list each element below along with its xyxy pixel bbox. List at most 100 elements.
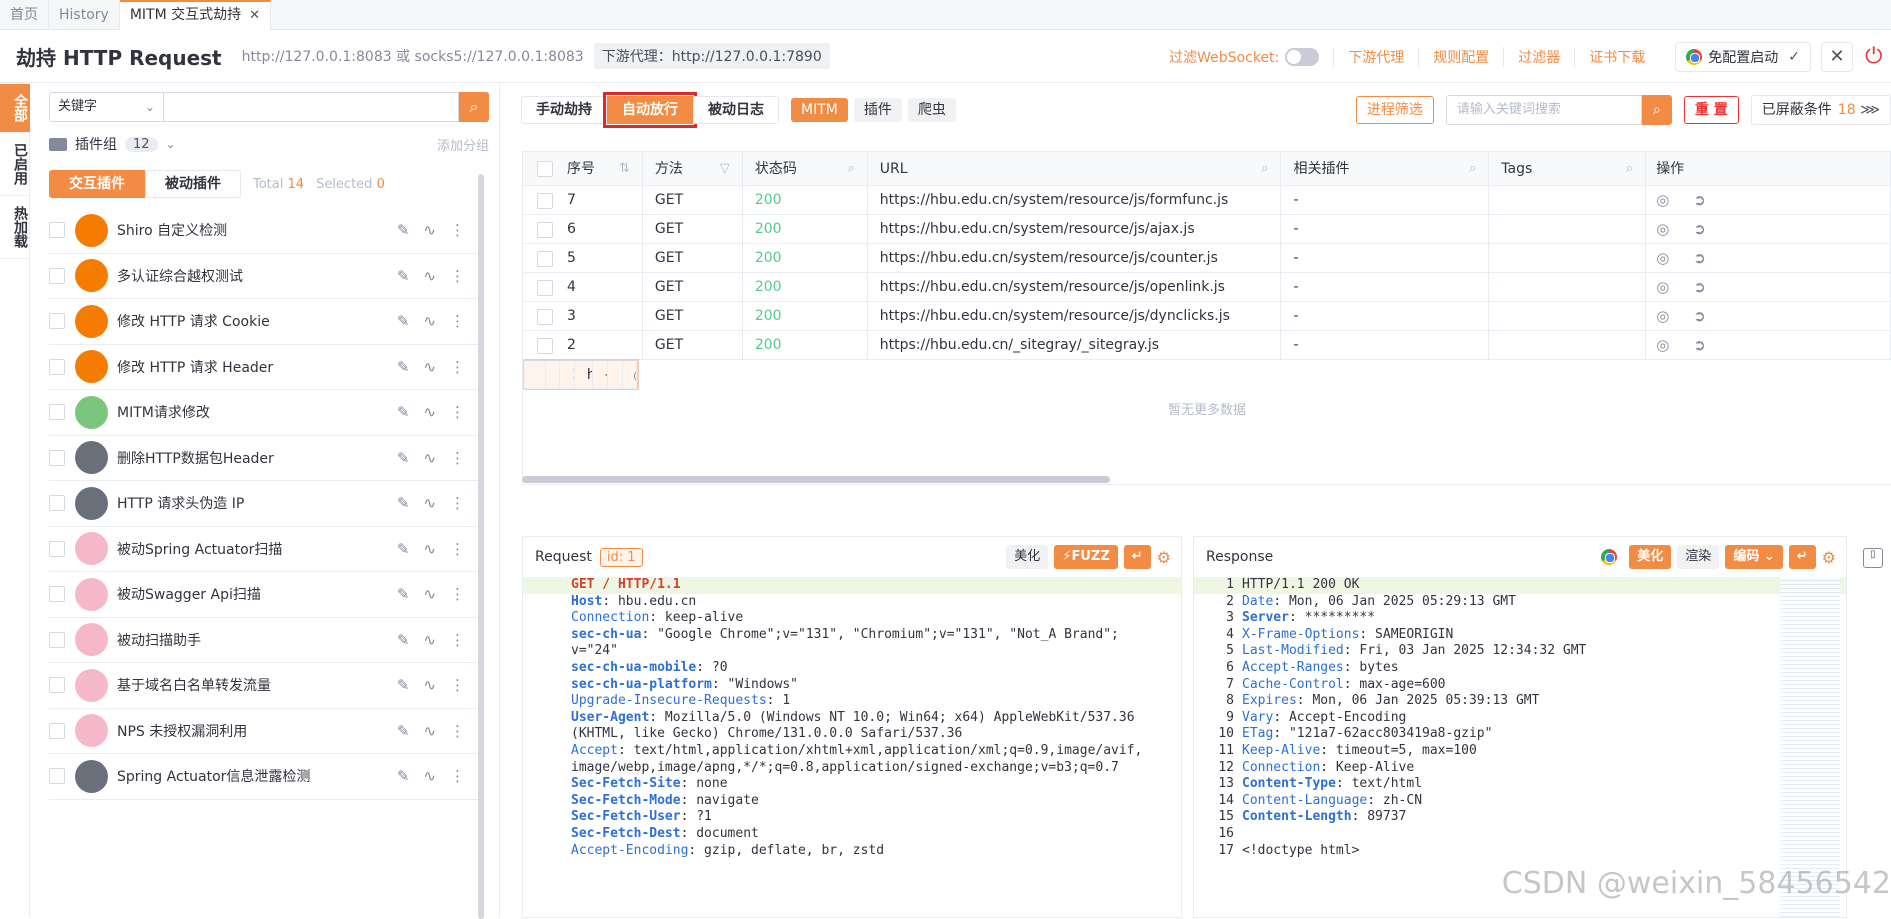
enter-icon[interactable]: ↵ [1789, 545, 1816, 569]
arrow-right-icon[interactable]: ➲ [1693, 331, 1706, 360]
plugin-checkbox[interactable] [49, 632, 65, 648]
gear-icon[interactable]: ⚙ [1157, 548, 1171, 567]
more-icon[interactable]: ⋮ [450, 540, 465, 558]
pulse-icon[interactable]: ∿ [423, 494, 436, 512]
col-status[interactable]: 状态码⌕ [743, 152, 868, 186]
plugin-item[interactable]: MITM请求修改✎∿⋮ [49, 390, 485, 436]
edit-icon[interactable]: ✎ [397, 449, 410, 467]
render-button[interactable]: 渲染 [1677, 545, 1719, 569]
close-mitm-button[interactable]: ✕ [1821, 42, 1853, 72]
fuzz-button[interactable]: ⚡FUZZ [1054, 545, 1117, 569]
pulse-icon[interactable]: ∿ [423, 312, 436, 330]
plugin-item[interactable]: 修改 HTTP 请求 Cookie✎∿⋮ [49, 299, 485, 345]
beautify-button[interactable]: 美化 [1006, 545, 1048, 569]
shielded-conditions-button[interactable]: 已屏蔽条件18 ⋙ [1751, 95, 1891, 125]
edit-icon[interactable]: ✎ [397, 494, 410, 512]
manual-hijack-button[interactable]: 手动劫持 [521, 96, 607, 124]
add-group-link[interactable]: 添加分组 [437, 135, 489, 154]
chrome-outline-icon[interactable]: ◎ [1656, 273, 1669, 302]
pulse-icon[interactable]: ∿ [423, 221, 436, 239]
chrome-icon[interactable] [1601, 549, 1617, 565]
plugin-item[interactable]: HTTP 请求头伪造 IP✎∿⋮ [49, 481, 485, 527]
table-row[interactable]: 6GET200https://hbu.edu.cn/system/resourc… [523, 215, 1891, 244]
pulse-icon[interactable]: ∿ [423, 676, 436, 694]
tab-home[interactable]: 首页 [0, 0, 49, 30]
filter-link[interactable]: 过滤器 [1503, 47, 1560, 67]
plugin-group-label[interactable]: 插件组 [75, 134, 117, 154]
pulse-icon[interactable]: ∿ [423, 358, 436, 376]
arrow-right-icon[interactable]: ➲ [1693, 186, 1706, 215]
table-row[interactable]: 7GET200https://hbu.edu.cn/system/resourc… [523, 186, 1891, 215]
tag-crawler[interactable]: 爬虫 [908, 98, 956, 122]
websocket-toggle[interactable] [1285, 48, 1319, 66]
more-icon[interactable]: ⋮ [450, 312, 465, 330]
plugin-checkbox[interactable] [49, 677, 65, 693]
col-tags[interactable]: Tags⌕ [1489, 152, 1646, 186]
edit-icon[interactable]: ✎ [397, 676, 410, 694]
arrow-right-icon[interactable]: ➲ [1693, 215, 1706, 244]
plugin-item[interactable]: 多认证综合越权测试✎∿⋮ [49, 254, 485, 300]
power-icon[interactable]: ⏻ [1865, 44, 1891, 69]
plugin-item[interactable]: 被动Swagger Api扫描✎∿⋮ [49, 572, 485, 618]
plugin-item[interactable]: 修改 HTTP 请求 Header✎∿⋮ [49, 345, 485, 391]
tab-mitm[interactable]: MITM 交互式劫持✕ [120, 0, 271, 30]
chrome-outline-icon[interactable]: ◎ [1656, 331, 1669, 360]
more-icon[interactable]: ⋮ [450, 676, 465, 694]
pulse-icon[interactable]: ∿ [423, 722, 436, 740]
auto-pass-button[interactable]: 自动放行 [607, 96, 693, 124]
edit-icon[interactable]: ✎ [397, 358, 410, 376]
close-icon[interactable]: ✕ [249, 8, 260, 23]
gear-icon[interactable]: ⚙ [1822, 548, 1836, 567]
table-row[interactable]: 4GET200https://hbu.edu.cn/system/resourc… [523, 273, 1891, 302]
plugin-item[interactable]: 删除HTTP数据包Header✎∿⋮ [49, 436, 485, 482]
pulse-icon[interactable]: ∿ [423, 767, 436, 785]
vtab-all[interactable]: 全部 [0, 84, 30, 133]
edit-icon[interactable]: ✎ [397, 585, 410, 603]
pulse-icon[interactable]: ∿ [423, 631, 436, 649]
filter-icon[interactable]: ▽ [720, 152, 730, 186]
plugin-checkbox[interactable] [49, 495, 65, 511]
col-id[interactable]: 序号⇅ [523, 152, 643, 186]
more-icon[interactable]: ⋮ [450, 358, 465, 376]
keyword-search-input[interactable]: 请输入关键词搜索 [1446, 95, 1642, 125]
chrome-outline-icon[interactable]: ◎ [633, 361, 637, 390]
row-checkbox[interactable] [537, 338, 553, 354]
more-icon[interactable]: ⋮ [450, 767, 465, 785]
search-icon[interactable]: ⌕ [1642, 95, 1672, 125]
more-icon[interactable]: ⋮ [450, 722, 465, 740]
vtab-enabled[interactable]: 已启用 [0, 133, 30, 196]
chrome-outline-icon[interactable]: ◎ [1656, 186, 1669, 215]
search-type-select[interactable]: 关键字⌄ [49, 92, 164, 122]
plugin-item[interactable]: Spring Actuator信息泄露检测✎∿⋮ [49, 754, 485, 800]
col-method[interactable]: 方法▽ [643, 152, 743, 186]
arrow-right-icon[interactable]: ➲ [1693, 302, 1706, 331]
process-filter-button[interactable]: 进程筛选 [1356, 96, 1434, 124]
chrome-outline-icon[interactable]: ◎ [1656, 244, 1669, 273]
plugin-checkbox[interactable] [49, 723, 65, 739]
edit-icon[interactable]: ✎ [397, 540, 410, 558]
plugin-checkbox[interactable] [49, 404, 65, 420]
tab-history[interactable]: History [49, 0, 120, 30]
plugin-checkbox[interactable] [49, 586, 65, 602]
table-horizontal-scrollbar[interactable] [522, 476, 1110, 483]
table-row[interactable]: 2GET200https://hbu.edu.cn/_sitegray/_sit… [523, 331, 1891, 360]
table-row[interactable]: 3GET200https://hbu.edu.cn/system/resourc… [523, 302, 1891, 331]
col-url[interactable]: URL⌕ [868, 152, 1282, 186]
chrome-outline-icon[interactable]: ◎ [1656, 302, 1669, 331]
pulse-icon[interactable]: ∿ [423, 585, 436, 603]
plugin-checkbox[interactable] [49, 450, 65, 466]
passive-log-button[interactable]: 被动日志 [693, 96, 779, 124]
pulse-icon[interactable]: ∿ [423, 403, 436, 421]
more-icon[interactable]: ⋮ [450, 631, 465, 649]
edit-icon[interactable]: ✎ [397, 722, 410, 740]
cert-download-link[interactable]: 证书下载 [1574, 47, 1645, 67]
table-row[interactable]: 1GET200https://hbu.edu.cn/-◎➲ [523, 360, 638, 389]
more-icon[interactable]: ⋮ [450, 585, 465, 603]
plugin-search-input[interactable] [164, 92, 459, 122]
enter-icon[interactable]: ↵ [1124, 545, 1151, 569]
plugin-checkbox[interactable] [49, 768, 65, 784]
more-icon[interactable]: ⋮ [450, 221, 465, 239]
sort-icon[interactable]: ⇅ [619, 152, 630, 186]
tab-interactive-plugins[interactable]: 交互插件 [49, 170, 145, 198]
beautify-button[interactable]: 美化 [1629, 545, 1671, 569]
